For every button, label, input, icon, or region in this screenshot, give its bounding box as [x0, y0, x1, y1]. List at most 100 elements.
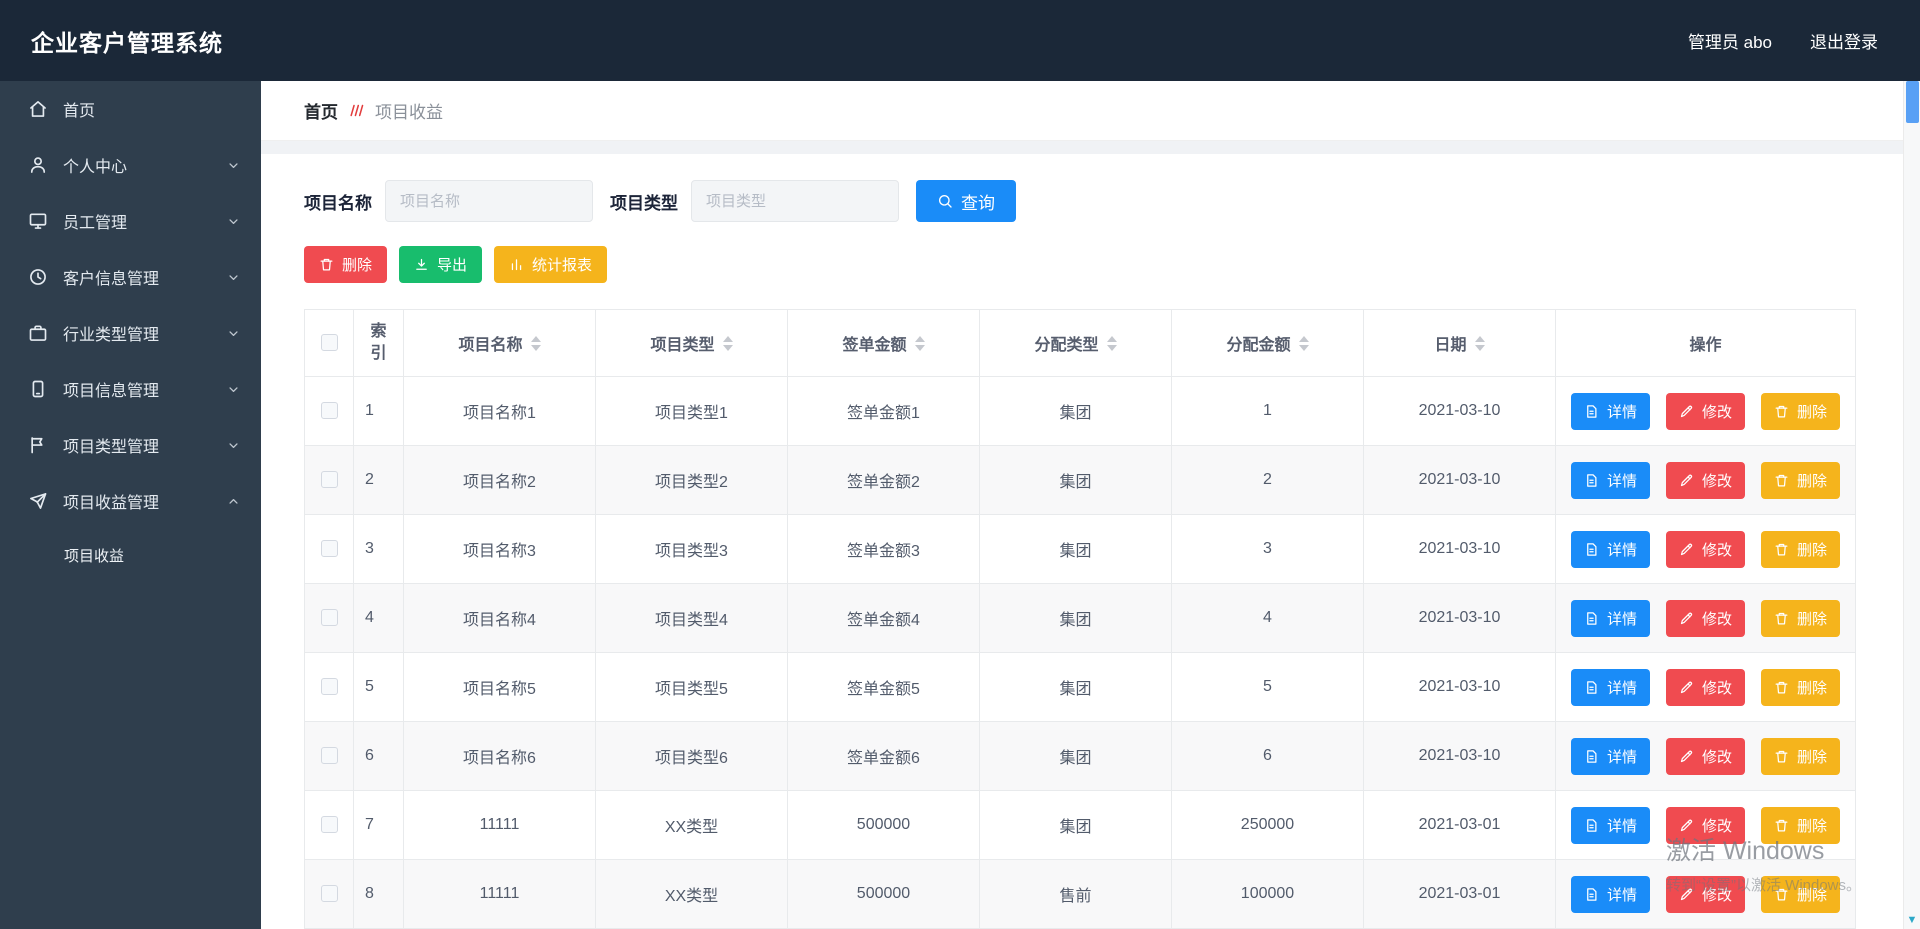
row-checkbox[interactable] [320, 540, 338, 558]
search-button[interactable]: 查询 [916, 180, 1016, 222]
chevron-up-icon [226, 494, 241, 509]
detail-button[interactable]: 详情 [1570, 875, 1650, 913]
sidebar-item[interactable]: 项目信息管理 [0, 361, 261, 417]
sidebar-subitem[interactable]: 项目收益 [0, 529, 261, 581]
cell-name: 11111 [403, 859, 596, 929]
edit-icon [1679, 404, 1694, 419]
column-label: 分配金额 [1226, 337, 1291, 354]
edit-button[interactable]: 修改 [1665, 737, 1745, 775]
chevron-down-icon [226, 270, 241, 285]
scrollbar-thumb[interactable] [1906, 81, 1919, 123]
column-header[interactable]: 项目名称 [403, 309, 596, 377]
edit-button[interactable]: 修改 [1665, 461, 1745, 499]
sidebar: 首页 个人中心员工管理客户信息管理 行业类型管理 项目信息管理 项目类型管理 项目收益管理… [0, 81, 261, 929]
detail-button[interactable]: 详情 [1570, 461, 1650, 499]
report-button[interactable]: 统计报表 [494, 246, 608, 283]
sort-icon[interactable] [914, 335, 925, 351]
sort-icon[interactable] [1474, 335, 1485, 351]
row-delete-button[interactable]: 删除 [1761, 875, 1841, 913]
current-user[interactable]: 管理员 abo [1688, 28, 1772, 53]
edit-button-label: 修改 [1701, 886, 1732, 904]
row-checkbox[interactable] [320, 609, 338, 627]
row-checkbox[interactable] [320, 885, 338, 903]
row-checkbox[interactable] [320, 816, 338, 834]
detail-button[interactable]: 详情 [1570, 530, 1650, 568]
cell-index: 8 [353, 859, 404, 929]
detail-button-label: 详情 [1606, 610, 1637, 628]
row-delete-button[interactable]: 删除 [1761, 668, 1841, 706]
sidebar-item[interactable]: 个人中心 [0, 137, 261, 193]
delete-button[interactable]: 删除 [304, 246, 388, 283]
detail-button-label: 详情 [1606, 679, 1637, 697]
row-delete-button[interactable]: 删除 [1761, 392, 1841, 430]
project-name-input[interactable] [385, 180, 593, 222]
column-header: 索引 [353, 309, 404, 377]
sidebar-item[interactable]: 客户信息管理 [0, 249, 261, 305]
table-row: 5 项目名称5 项目类型5 签单金额5 集团 5 2021-03-10 详情 修改 删除 [304, 652, 1856, 722]
sidebar-item[interactable]: 行业类型管理 [0, 305, 261, 361]
data-table: 索引 项目名称 项目类型 签单金额 分配类型 分配金额 日期 操作 1 项目名称1 项目类型1 签单… [304, 309, 1856, 929]
scrollbar-down-arrow[interactable]: ▼ [1904, 914, 1920, 926]
edit-icon [1679, 749, 1694, 764]
table-row: 2 项目名称2 项目类型2 签单金额2 集团 2 2021-03-10 详情 修改 删除 [304, 445, 1856, 515]
cell-type: XX类型 [595, 790, 788, 860]
home-icon [28, 99, 48, 119]
table-row: 7 11111 XX类型 500000 集团 250000 2021-03-01 详情 修改 删除 [304, 790, 1856, 860]
row-delete-button[interactable]: 删除 [1761, 530, 1841, 568]
column-label: 索引 [370, 322, 387, 362]
row-checkbox[interactable] [320, 678, 338, 696]
cell-alloc-type: 集团 [979, 652, 1172, 722]
sort-icon[interactable] [1106, 335, 1117, 351]
sidebar-item-label: 员工管理 [63, 215, 128, 232]
sidebar-item[interactable]: 项目收益管理 [0, 473, 261, 529]
cell-alloc-amount: 5 [1171, 652, 1364, 722]
edit-button[interactable]: 修改 [1665, 875, 1745, 913]
sort-icon[interactable] [530, 335, 541, 351]
export-button[interactable]: 导出 [399, 246, 483, 283]
detail-button[interactable]: 详情 [1570, 392, 1650, 430]
cell-index: 7 [353, 790, 404, 860]
row-checkbox[interactable] [320, 747, 338, 765]
edit-button[interactable]: 修改 [1665, 806, 1745, 844]
detail-button[interactable]: 详情 [1570, 599, 1650, 637]
cell-date: 2021-03-10 [1363, 583, 1556, 653]
sidebar-item[interactable]: 员工管理 [0, 193, 261, 249]
cell-alloc-type: 集团 [979, 583, 1172, 653]
column-header[interactable]: 签单金额 [787, 309, 980, 377]
report-button-label: 统计报表 [532, 257, 593, 274]
sort-icon[interactable] [722, 335, 733, 351]
detail-button[interactable]: 详情 [1570, 806, 1650, 844]
row-delete-button[interactable]: 删除 [1761, 737, 1841, 775]
row-checkbox[interactable] [320, 471, 338, 489]
detail-button[interactable]: 详情 [1570, 737, 1650, 775]
row-delete-button[interactable]: 删除 [1761, 461, 1841, 499]
sidebar-subitem-label: 项目收益 [64, 547, 125, 565]
row-delete-button[interactable]: 删除 [1761, 599, 1841, 637]
scrollbar[interactable]: ▼ [1903, 81, 1920, 929]
row-delete-button[interactable]: 删除 [1761, 806, 1841, 844]
edit-button[interactable]: 修改 [1665, 599, 1745, 637]
row-checkbox[interactable] [320, 402, 338, 420]
trash-icon [1774, 887, 1789, 902]
column-header[interactable]: 项目类型 [595, 309, 788, 377]
edit-icon [1679, 680, 1694, 695]
edit-button[interactable]: 修改 [1665, 392, 1745, 430]
sidebar-item[interactable]: 首页 [0, 81, 261, 137]
toolbar: 删除 导出 统计报表 [304, 246, 1903, 283]
sidebar-item[interactable]: 项目类型管理 [0, 417, 261, 473]
select-all-checkbox[interactable] [320, 334, 338, 352]
cell-alloc-amount: 2 [1171, 445, 1364, 515]
edit-button[interactable]: 修改 [1665, 530, 1745, 568]
column-header[interactable]: 分配金额 [1171, 309, 1364, 377]
cell-date: 2021-03-01 [1363, 790, 1556, 860]
detail-button[interactable]: 详情 [1570, 668, 1650, 706]
sort-icon[interactable] [1298, 335, 1309, 351]
project-type-input[interactable] [691, 180, 899, 222]
table-row: 8 11111 XX类型 500000 售前 100000 2021-03-01 详情 修改 删除 [304, 859, 1856, 929]
column-header[interactable]: 分配类型 [979, 309, 1172, 377]
breadcrumb-home[interactable]: 首页 [304, 98, 338, 123]
edit-button[interactable]: 修改 [1665, 668, 1745, 706]
logout-link[interactable]: 退出登录 [1810, 28, 1878, 53]
column-header[interactable]: 日期 [1363, 309, 1556, 377]
row-delete-button-label: 删除 [1797, 610, 1828, 628]
